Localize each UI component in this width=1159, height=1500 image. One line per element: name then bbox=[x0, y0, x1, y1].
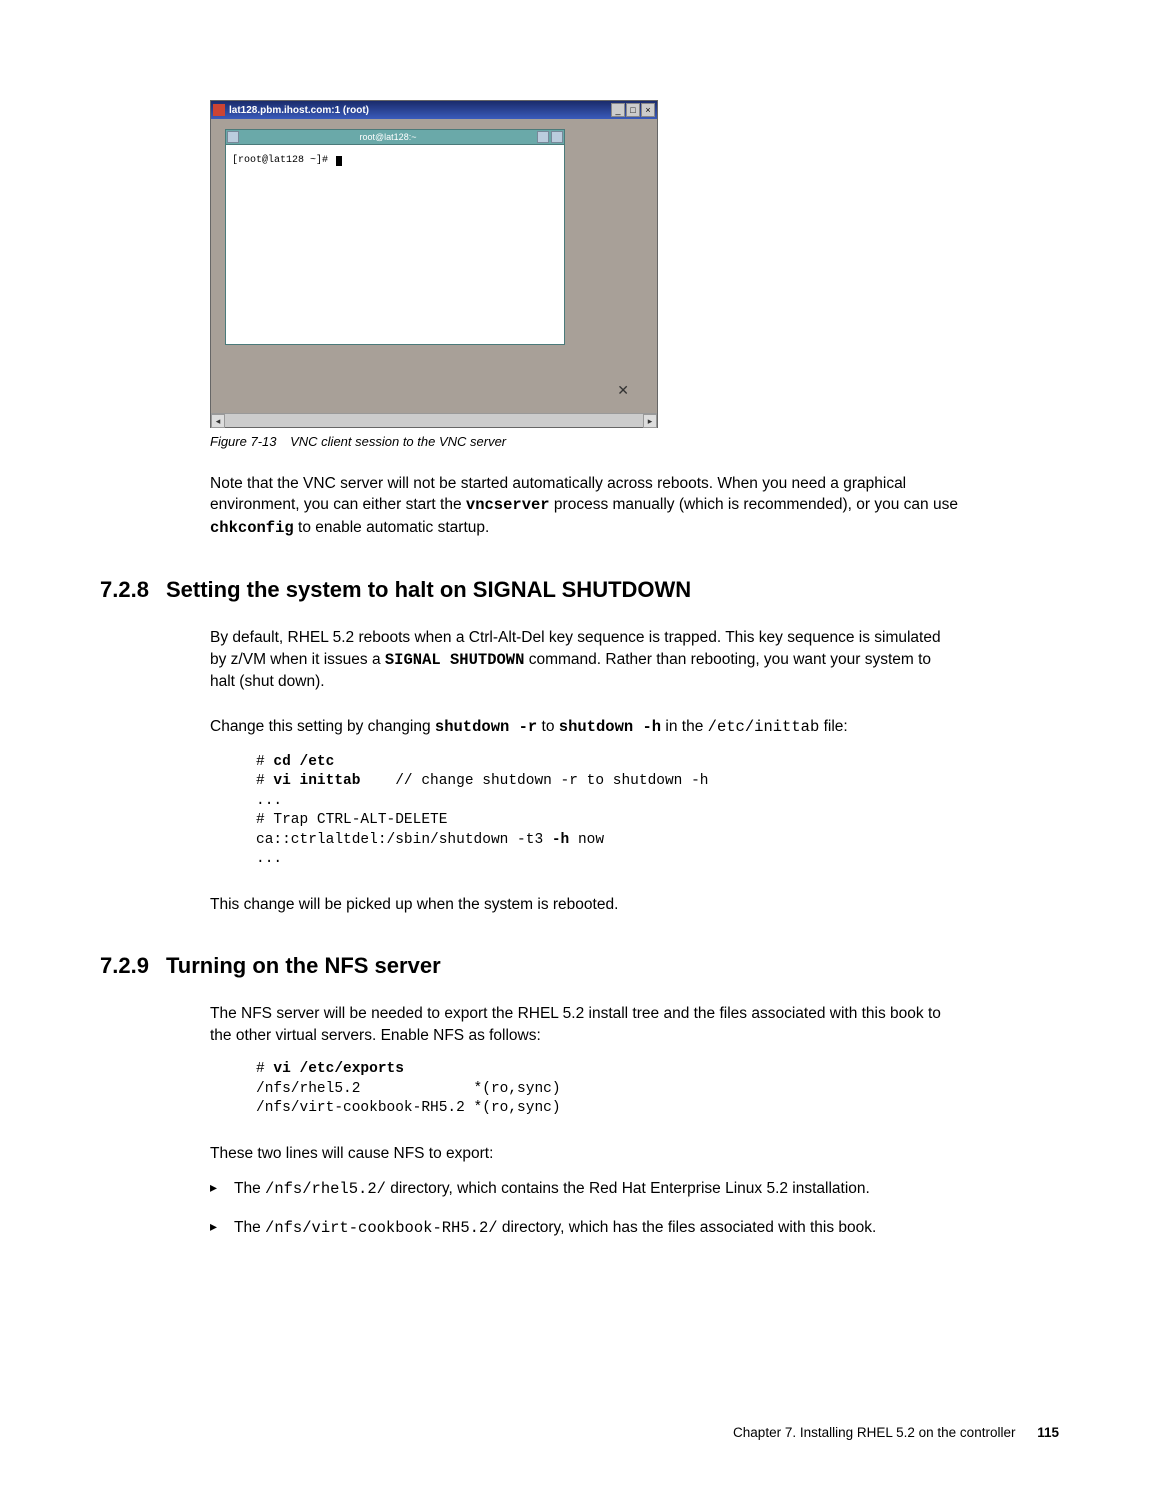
section-number: 7.2.9 bbox=[100, 953, 166, 979]
list-item: The /nfs/rhel5.2/ directory, which conta… bbox=[210, 1178, 960, 1201]
vnc-desktop-area: root@lat128:~ [root@lat128 ~]# ✕ ◂ ▸ bbox=[211, 119, 657, 427]
figure-caption-text: VNC client session to the VNC server bbox=[290, 434, 506, 449]
section-number: 7.2.8 bbox=[100, 577, 166, 603]
terminal-body[interactable]: [root@lat128 ~]# bbox=[225, 145, 565, 345]
close-button[interactable]: × bbox=[641, 103, 655, 117]
vnc-outer-window: lat128.pbm.ihost.com:1 (root) _ □ × root… bbox=[210, 100, 658, 428]
terminal-titlebar: root@lat128:~ bbox=[225, 129, 565, 145]
figure-number: Figure 7-13 bbox=[210, 434, 276, 449]
terminal-minimize-icon[interactable] bbox=[537, 131, 549, 143]
minimize-button[interactable]: _ bbox=[611, 103, 625, 117]
chapter-label: Chapter 7. Installing RHEL 5.2 on the co… bbox=[733, 1425, 1015, 1440]
paragraph-nfs-intro: The NFS server will be needed to export … bbox=[210, 1003, 960, 1046]
section-heading-7-2-8: 7.2.8Setting the system to halt on SIGNA… bbox=[100, 577, 1059, 603]
terminal-menu-icon[interactable] bbox=[227, 131, 239, 143]
maximize-button[interactable]: □ bbox=[626, 103, 640, 117]
terminal-window: root@lat128:~ [root@lat128 ~]# bbox=[225, 129, 565, 345]
paragraph-export-intro: These two lines will cause NFS to export… bbox=[210, 1143, 960, 1164]
code-inittab: # cd /etc # vi inittab // change shutdow… bbox=[256, 753, 1059, 870]
section-title: Setting the system to halt on SIGNAL SHU… bbox=[166, 577, 691, 602]
vnc-outer-title: lat128.pbm.ihost.com:1 (root) bbox=[229, 105, 610, 116]
vnc-app-icon bbox=[213, 104, 225, 116]
paragraph-change-setting: Change this setting by changing shutdown… bbox=[210, 716, 960, 738]
paragraph-vnc-note: Note that the VNC server will not be sta… bbox=[210, 473, 960, 539]
section-title: Turning on the NFS server bbox=[166, 953, 441, 978]
scroll-right-button[interactable]: ▸ bbox=[643, 414, 657, 428]
list-item: The /nfs/virt-cookbook-RH5.2/ directory,… bbox=[210, 1217, 960, 1240]
paragraph-signal-shutdown: By default, RHEL 5.2 reboots when a Ctrl… bbox=[210, 627, 960, 692]
figure-7-13: lat128.pbm.ihost.com:1 (root) _ □ × root… bbox=[210, 100, 658, 449]
x-cursor-icon: ✕ bbox=[617, 382, 629, 399]
horizontal-scrollbar[interactable]: ◂ ▸ bbox=[211, 413, 657, 427]
terminal-title: root@lat128:~ bbox=[240, 132, 536, 142]
terminal-maximize-icon[interactable] bbox=[551, 131, 563, 143]
section-heading-7-2-9: 7.2.9Turning on the NFS server bbox=[100, 953, 1059, 979]
page-number: 115 bbox=[1037, 1425, 1059, 1440]
terminal-prompt: [root@lat128 ~]# bbox=[232, 155, 334, 166]
figure-caption: Figure 7-13 VNC client session to the VN… bbox=[210, 434, 658, 449]
paragraph-reboot-pickup: This change will be picked up when the s… bbox=[210, 894, 960, 915]
page-footer: Chapter 7. Installing RHEL 5.2 on the co… bbox=[733, 1425, 1059, 1440]
terminal-cursor-icon bbox=[336, 156, 342, 166]
scroll-left-button[interactable]: ◂ bbox=[211, 414, 225, 428]
code-exports: # vi /etc/exports /nfs/rhel5.2 *(ro,sync… bbox=[256, 1060, 1059, 1119]
vnc-outer-titlebar: lat128.pbm.ihost.com:1 (root) _ □ × bbox=[211, 101, 657, 119]
export-list: The /nfs/rhel5.2/ directory, which conta… bbox=[210, 1178, 1059, 1239]
